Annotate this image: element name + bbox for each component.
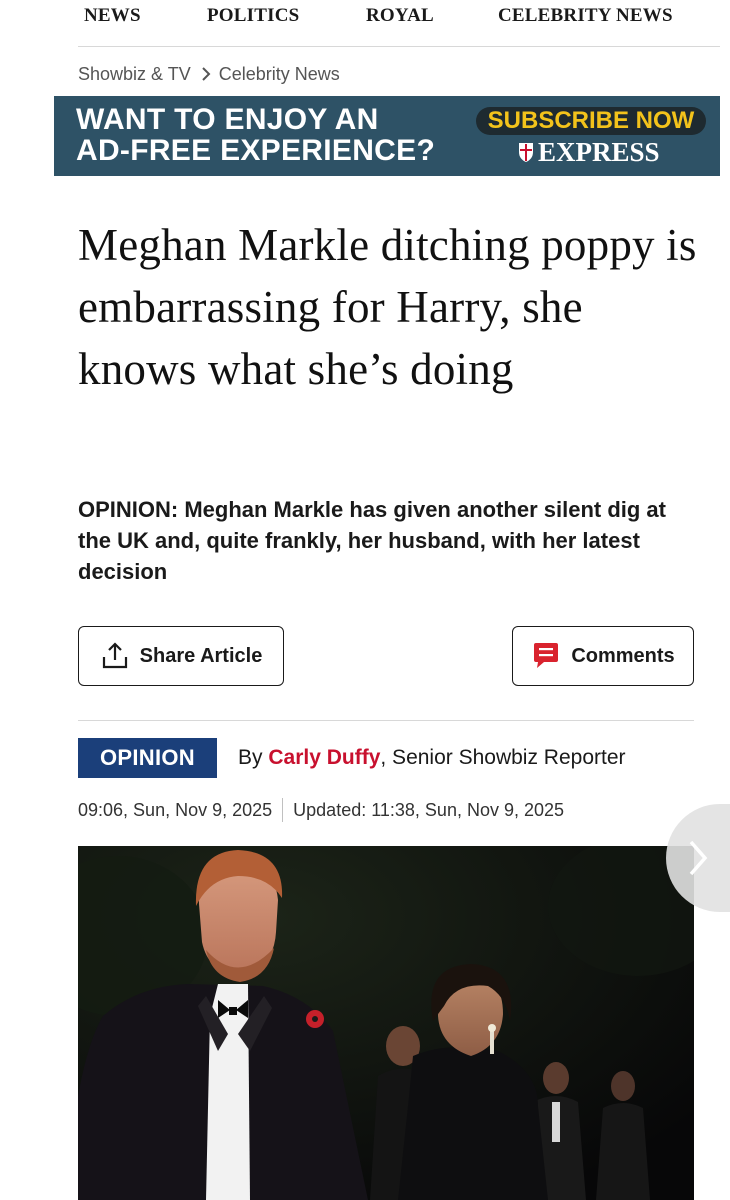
- article-headline: Meghan Markle ditching poppy is embarras…: [78, 220, 697, 394]
- article-hero-image[interactable]: [78, 846, 694, 1200]
- share-article-button[interactable]: Share Article: [78, 626, 284, 686]
- hero-photo-illustration: [78, 846, 694, 1200]
- ad-headline: WANT TO ENJOY AN AD-FREE EXPERIENCE?: [76, 104, 435, 166]
- comment-bubble-icon: [531, 642, 561, 670]
- comments-label: Comments: [571, 644, 675, 667]
- article-dates: 09:06, Sun, Nov 9, 2025 Updated: 11:38, …: [78, 797, 564, 823]
- published-date: 09:06, Sun, Nov 9, 2025: [78, 799, 273, 820]
- byline: By Carly Duffy, Senior Showbiz Reporter: [238, 746, 626, 770]
- opinion-tag[interactable]: OPINION: [78, 738, 217, 778]
- date-divider: [282, 798, 284, 822]
- nav-item-news[interactable]: NEWS: [84, 5, 141, 27]
- share-upload-icon: [100, 641, 130, 671]
- chevron-right-icon: [201, 67, 211, 81]
- breadcrumb: Showbiz & TV Celebrity News: [78, 62, 340, 86]
- ad-line-2: AD-FREE EXPERIENCE?: [76, 134, 436, 167]
- share-article-label: Share Article: [139, 644, 263, 667]
- breadcrumb-item-showbiz[interactable]: Showbiz & TV: [78, 64, 191, 85]
- nav-item-celebrity-news[interactable]: CELEBRITY NEWS: [498, 5, 673, 27]
- express-brand-text: EXPRESS: [538, 136, 660, 167]
- express-logo: EXPRESS: [516, 137, 660, 167]
- breadcrumb-item-celebrity-news[interactable]: Celebrity News: [219, 64, 340, 85]
- chevron-right-icon: [689, 840, 708, 876]
- nav-item-royal[interactable]: ROYAL: [366, 5, 434, 27]
- byline-divider: [78, 720, 694, 721]
- byline-by: By: [238, 746, 263, 769]
- nav-item-politics[interactable]: POLITICS: [207, 5, 299, 27]
- crusader-crest-icon: [519, 143, 533, 162]
- author-link[interactable]: Carly Duffy: [268, 746, 380, 769]
- comments-button[interactable]: Comments: [512, 626, 694, 686]
- nav-divider: [78, 46, 720, 47]
- top-navigation: NEWS POLITICS ROYAL CELEBRITY NEWS: [0, 0, 730, 44]
- subscribe-now-button[interactable]: SUBSCRIBE NOW: [476, 107, 706, 135]
- author-role: , Senior Showbiz Reporter: [380, 746, 626, 769]
- ad-line-1: WANT TO ENJOY AN: [76, 103, 379, 136]
- updated-date: Updated: 11:38, Sun, Nov 9, 2025: [293, 799, 565, 820]
- ad-free-banner[interactable]: WANT TO ENJOY AN AD-FREE EXPERIENCE? SUB…: [54, 96, 720, 176]
- article-standfirst: OPINION: Meghan Markle has given another…: [78, 497, 666, 584]
